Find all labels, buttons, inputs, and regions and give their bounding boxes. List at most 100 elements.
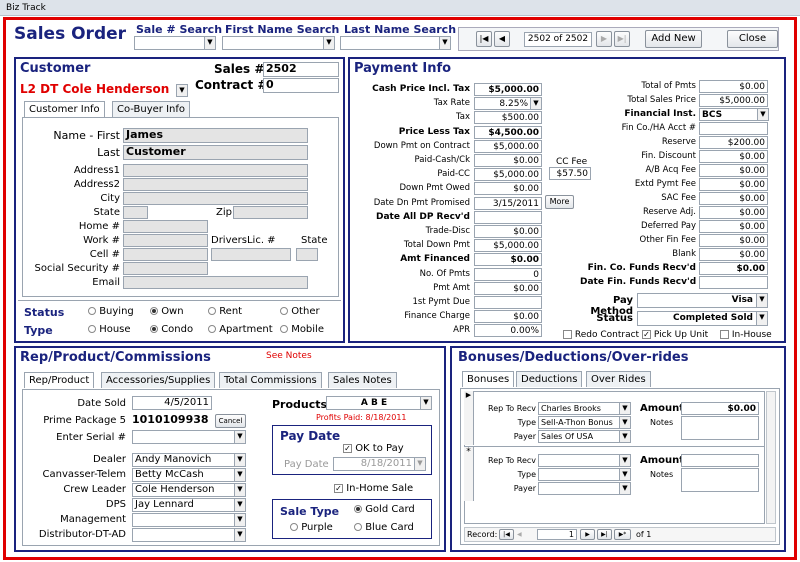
sales-number-field[interactable]: 2502: [263, 62, 339, 77]
state-field[interactable]: [123, 206, 148, 219]
products-dropdown[interactable]: A B E ▼: [326, 396, 432, 410]
amount-field-new[interactable]: [681, 454, 759, 467]
total-of-pmts-field[interactable]: $0.00: [699, 80, 768, 93]
notes-field[interactable]: [681, 416, 759, 440]
chevron-down-icon[interactable]: ▼: [756, 294, 767, 307]
bonus-type-dropdown[interactable]: Sell-A-Thon Bonus ▼: [538, 416, 631, 429]
subform-record-number[interactable]: 1: [537, 529, 577, 540]
chevron-down-icon[interactable]: ▼: [619, 431, 630, 442]
apr-field[interactable]: 0.00%: [474, 324, 542, 338]
in-house-checkbox[interactable]: In-House: [720, 330, 772, 340]
rep-to-recv-dropdown-new[interactable]: ▼: [538, 454, 631, 467]
tab-bonuses[interactable]: Bonuses: [462, 371, 515, 387]
last-name-search-input[interactable]: ▼: [340, 36, 451, 50]
dealer-dropdown[interactable]: ▼: [176, 84, 188, 97]
last-record-button[interactable]: ▶|: [614, 31, 630, 47]
blank-field[interactable]: $0.00: [699, 248, 768, 261]
notes-field-new[interactable]: [681, 468, 759, 492]
paid-cc-field[interactable]: $5,000.00: [474, 168, 542, 182]
chevron-down-icon[interactable]: ▼: [420, 397, 431, 409]
distributor-dt-ad-dropdown[interactable]: ▼: [132, 528, 246, 542]
tab-sales-notes[interactable]: Sales Notes: [328, 372, 397, 388]
chevron-down-icon[interactable]: ▼: [530, 98, 541, 110]
type-apartment-radio[interactable]: Apartment: [208, 324, 273, 335]
tax-rate-field[interactable]: 8.25% ▼: [474, 97, 542, 111]
cc-fee-field[interactable]: $57.50: [549, 167, 591, 180]
payer-dropdown[interactable]: Sales Of USA ▼: [538, 430, 631, 443]
next-record-button[interactable]: ▶: [596, 31, 612, 47]
total-down-pmt-field[interactable]: $5,000.00: [474, 239, 542, 253]
date-dn-pmt-promised-field[interactable]: 3/15/2011: [474, 196, 542, 210]
type-condo-radio[interactable]: Condo: [150, 324, 193, 335]
chevron-down-icon[interactable]: ▼: [177, 85, 187, 96]
sac-fee-field[interactable]: $0.00: [699, 192, 768, 205]
first-name-search-input[interactable]: ▼: [222, 36, 335, 50]
subform-last-button[interactable]: ▶|: [597, 529, 612, 540]
chevron-down-icon[interactable]: ▼: [234, 431, 245, 443]
address2-field[interactable]: [123, 178, 308, 191]
more-button[interactable]: More: [545, 195, 574, 209]
chevron-down-icon[interactable]: ▼: [619, 417, 630, 428]
email-field[interactable]: [123, 276, 308, 289]
blue-card-radio[interactable]: Blue Card: [354, 522, 414, 533]
extd-pymt-fee-field[interactable]: $0.00: [699, 178, 768, 191]
financial-inst-field[interactable]: BCS ▼: [699, 108, 769, 121]
in-home-sale-checkbox[interactable]: ✓ In-Home Sale: [334, 483, 413, 494]
tab-total-commissions[interactable]: Total Commissions: [219, 372, 322, 388]
redo-contract-checkbox[interactable]: Redo Contract: [563, 330, 639, 340]
chevron-down-icon[interactable]: ▼: [619, 455, 630, 466]
serial-dropdown[interactable]: ▼: [132, 430, 246, 444]
pick-up-unit-checkbox[interactable]: ✓ Pick Up Unit: [642, 330, 708, 340]
status-rent-radio[interactable]: Rent: [208, 306, 242, 317]
pay-date-field[interactable]: 8/18/2011 ▼: [333, 457, 426, 471]
a-b-acq-fee-field[interactable]: $0.00: [699, 164, 768, 177]
fin-discount-field[interactable]: $0.00: [699, 150, 768, 163]
type-mobile-radio[interactable]: Mobile: [280, 324, 324, 335]
1st-pymt-due-field[interactable]: [474, 296, 542, 309]
trade-disc-field[interactable]: $0.00: [474, 225, 542, 238]
status-other-radio[interactable]: Other: [280, 306, 320, 317]
add-new-button[interactable]: Add New: [645, 30, 702, 48]
dealer-dropdown[interactable]: Andy Manovich ▼: [132, 453, 246, 467]
chevron-down-icon[interactable]: ▼: [204, 37, 215, 49]
chevron-down-icon[interactable]: ▼: [757, 109, 768, 120]
chevron-down-icon[interactable]: ▼: [439, 37, 450, 49]
row-selector-current[interactable]: ▶: [464, 391, 474, 445]
sale-status-dropdown[interactable]: Completed Sold ▼: [637, 311, 768, 326]
reserve-adj-field[interactable]: $0.00: [699, 206, 768, 219]
dl-state-field[interactable]: [296, 248, 318, 261]
chevron-down-icon[interactable]: ▼: [619, 483, 630, 494]
close-button[interactable]: Close: [727, 30, 778, 48]
work-phone-field[interactable]: [123, 234, 208, 247]
chevron-down-icon[interactable]: ▼: [234, 514, 245, 526]
paid-cash-ck-field[interactable]: $0.00: [474, 154, 542, 167]
management-dropdown[interactable]: ▼: [132, 513, 246, 527]
first-record-button[interactable]: |◀: [476, 31, 492, 47]
tab-deductions[interactable]: Deductions: [516, 371, 583, 387]
reserve-field[interactable]: $200.00: [699, 136, 768, 149]
ssn-field[interactable]: [123, 262, 208, 275]
date-fin-funds-recv-d-field[interactable]: [699, 276, 768, 289]
status-buying-radio[interactable]: Buying: [88, 306, 134, 317]
amount-field[interactable]: $0.00: [681, 402, 759, 415]
deferred-pay-field[interactable]: $0.00: [699, 220, 768, 233]
type-house-radio[interactable]: House: [88, 324, 131, 335]
tab-co-buyer-info[interactable]: Co-Buyer Info: [112, 101, 191, 117]
tax-field[interactable]: $500.00: [474, 111, 542, 125]
cancel-button[interactable]: Cancel: [215, 414, 246, 428]
pmt-amt-field[interactable]: $0.00: [474, 281, 542, 295]
down-pmt-on-contract-field[interactable]: $5,000.00: [474, 139, 542, 153]
bonus-type-dropdown-new[interactable]: ▼: [538, 468, 631, 481]
no-of-pmts-field[interactable]: 0: [474, 267, 542, 281]
chevron-down-icon[interactable]: ▼: [414, 458, 425, 470]
chevron-down-icon[interactable]: ▼: [619, 403, 630, 414]
gold-card-radio[interactable]: Gold Card: [354, 504, 415, 515]
fin-co-funds-recv-d-field[interactable]: $0.00: [699, 262, 768, 275]
bonuses-scrollbar[interactable]: [766, 391, 776, 524]
chevron-down-icon[interactable]: ▼: [234, 454, 245, 466]
payer-dropdown-new[interactable]: ▼: [538, 482, 631, 495]
subform-first-button[interactable]: |◀: [499, 529, 514, 540]
subform-next-button[interactable]: ▶: [580, 529, 595, 540]
price-less-tax-field[interactable]: $4,500.00: [474, 125, 542, 139]
chevron-down-icon[interactable]: ▼: [234, 529, 245, 541]
